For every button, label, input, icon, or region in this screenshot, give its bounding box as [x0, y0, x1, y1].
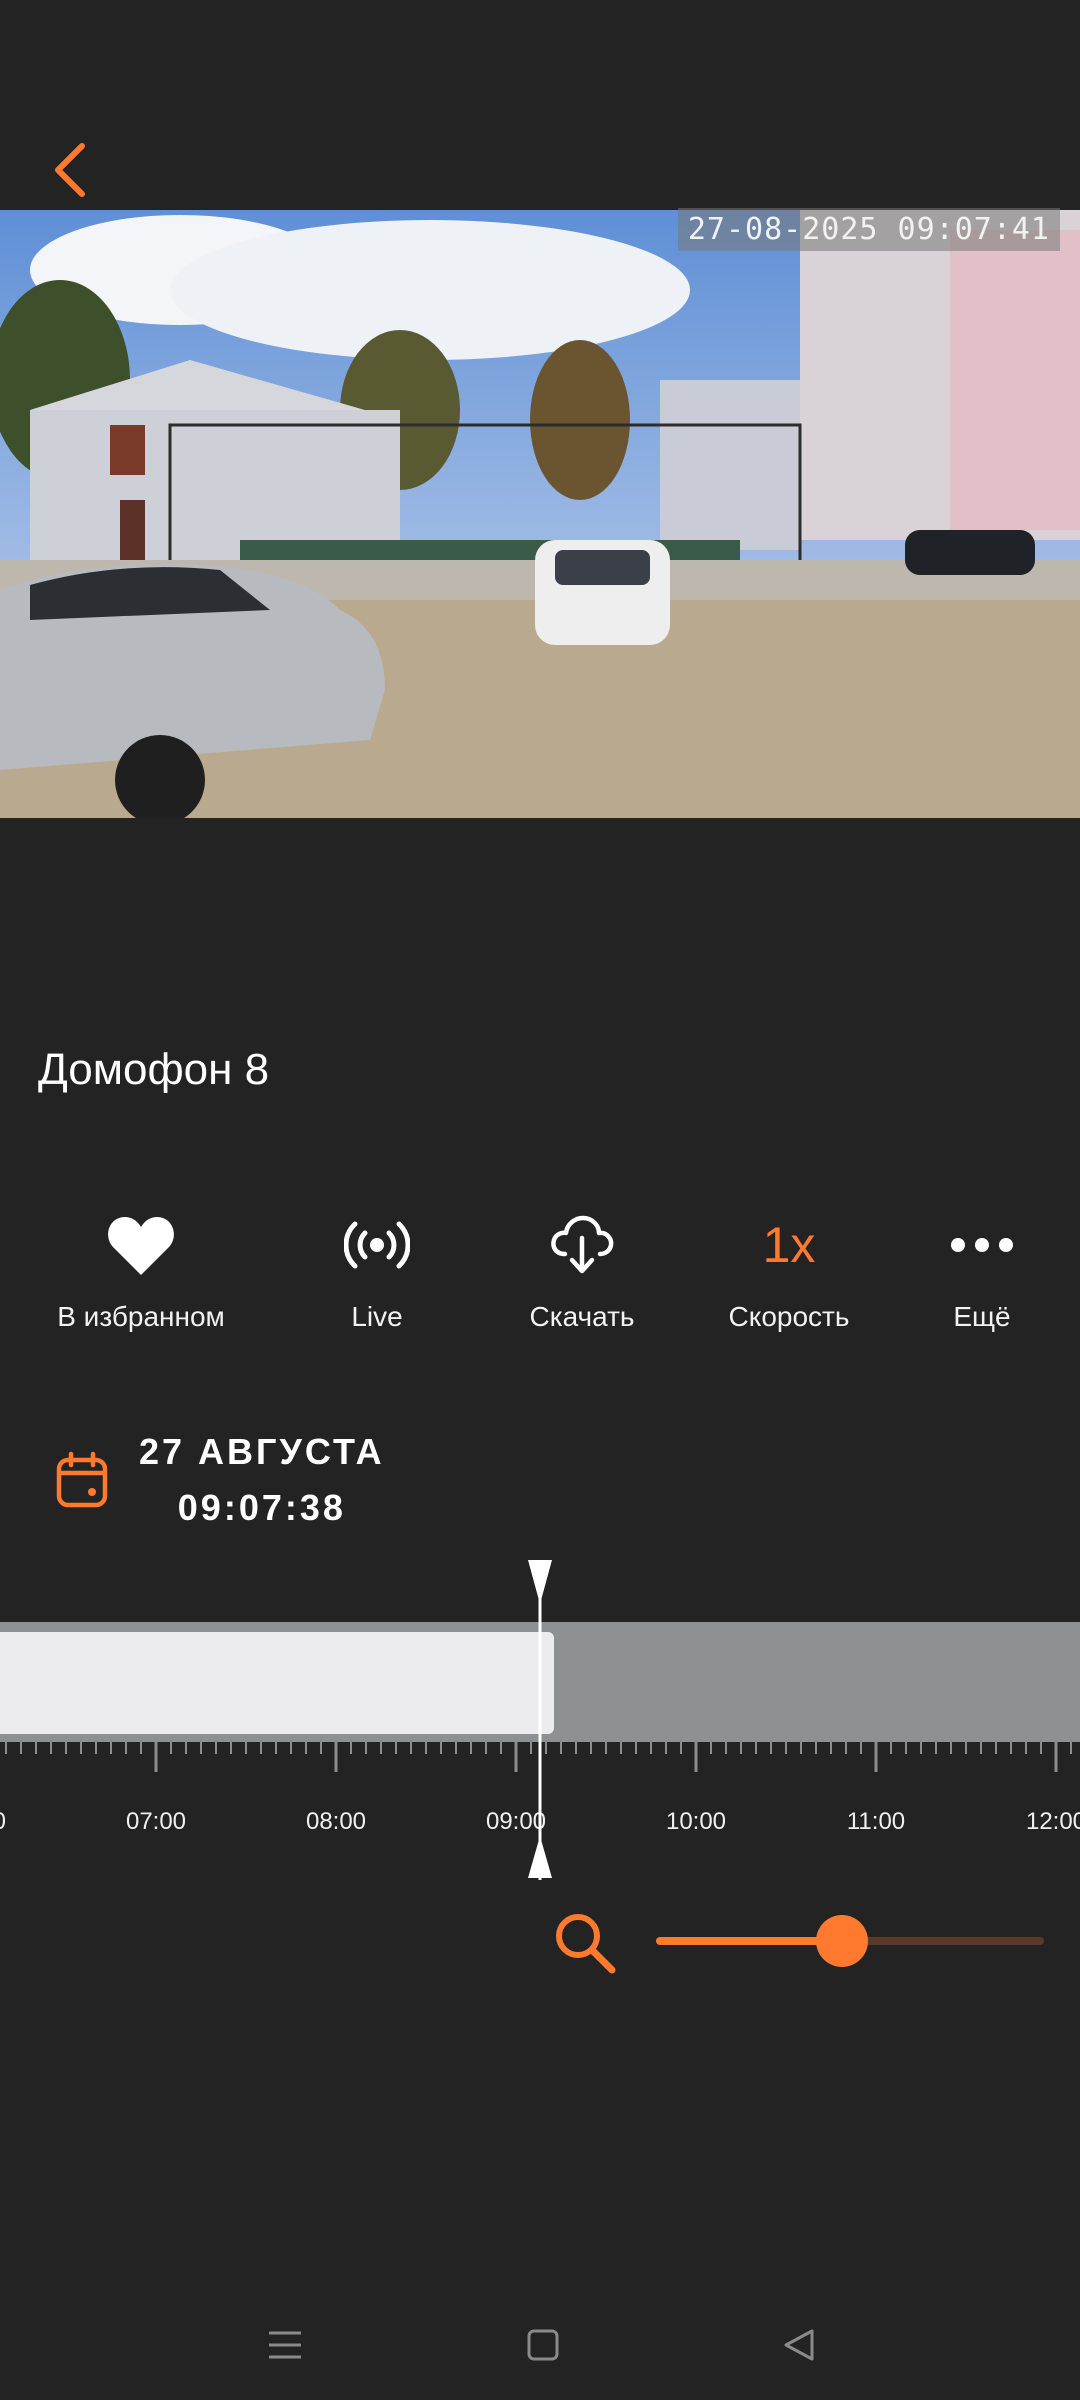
video-player[interactable]	[0, 210, 1080, 818]
favorite-label: В избранном	[57, 1301, 225, 1332]
timeline-label: 08:00	[305, 1808, 367, 1835]
home-nav-button[interactable]	[518, 2320, 568, 2370]
date-picker[interactable]: 27 АВГУСТА 09:07:38	[55, 1425, 385, 1535]
playhead-top-marker	[528, 1560, 552, 1604]
chevron-left-icon	[55, 143, 85, 197]
live-label: Live	[351, 1301, 403, 1332]
download-label: Скачать	[529, 1301, 635, 1332]
camera-title: Домофон 8	[38, 1045, 270, 1094]
more-button[interactable]: Ещё	[877, 1205, 1080, 1333]
zoom-slider-thumb[interactable]	[816, 1915, 869, 1967]
timeline-label: 12:00	[1025, 1808, 1080, 1835]
speed-label: Скорость	[728, 1301, 850, 1332]
calendar-icon	[56, 1451, 108, 1508]
timeline-label: 11:00	[846, 1808, 906, 1835]
date-day: 27 АВГУСТА	[139, 1431, 385, 1472]
timeline-label: 10:00	[665, 1808, 727, 1835]
speed-button[interactable]: 1x Скорость	[684, 1205, 894, 1333]
video-timestamp: 27-08-2025 09:07:41	[677, 208, 1060, 251]
playhead[interactable]	[518, 1560, 562, 1880]
menu-nav-button[interactable]	[260, 2320, 310, 2370]
cloud-download-icon	[551, 1215, 614, 1274]
search-icon[interactable]	[552, 1910, 618, 1976]
back-triangle-icon	[784, 2329, 814, 2361]
camera-frame	[0, 210, 1080, 818]
more-label: Ещё	[953, 1301, 1011, 1332]
live-button[interactable]: Live	[272, 1205, 482, 1333]
timeline[interactable]: 06:0007:0008:0009:0010:0011:0012:00	[0, 1560, 1080, 1890]
favorite-button[interactable]: В избранном	[36, 1205, 246, 1333]
menu-icon	[269, 2331, 301, 2359]
live-broadcast-icon	[344, 1221, 410, 1269]
more-dots-icon	[951, 1238, 1013, 1252]
timeline-recorded-segment	[0, 1632, 554, 1734]
speed-value: 1x	[762, 1217, 816, 1273]
date-time: 09:07:38	[177, 1487, 346, 1528]
timeline-label: 06:00	[0, 1808, 6, 1836]
back-nav-button[interactable]	[774, 2320, 824, 2370]
zoom-slider-fill	[656, 1937, 843, 1945]
heart-icon	[108, 1217, 174, 1275]
timeline-label: 07:00	[125, 1808, 187, 1835]
date-text: 27 АВГУСТА 09:07:38	[139, 1431, 385, 1529]
back-button[interactable]	[40, 140, 100, 200]
download-button[interactable]: Скачать	[477, 1205, 687, 1333]
home-square-icon	[527, 2329, 559, 2361]
playhead-bottom-marker	[528, 1836, 552, 1878]
